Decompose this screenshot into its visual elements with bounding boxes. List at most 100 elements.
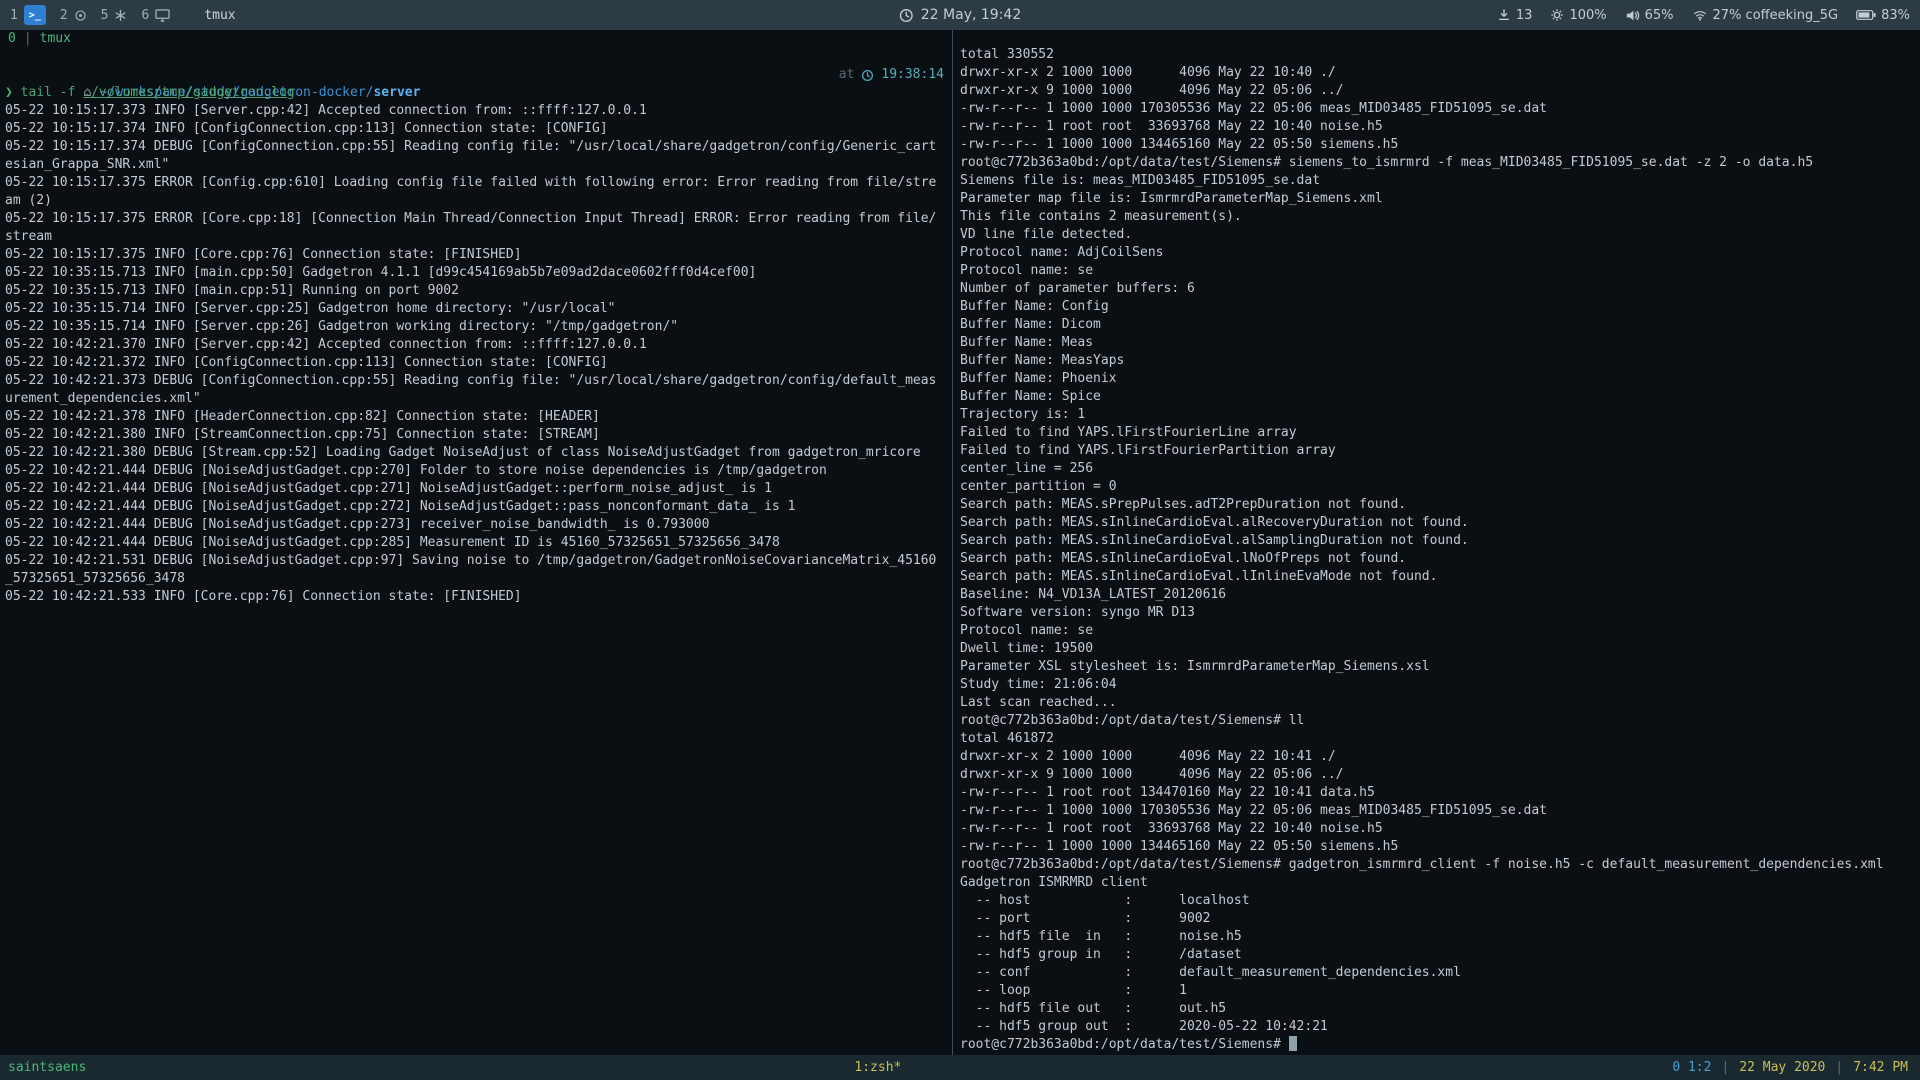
terminal-line: -- loop : 1 <box>960 983 1187 998</box>
terminal-line: drwxr-xr-x 2 1000 1000 4096 May 22 10:41… <box>960 749 1336 764</box>
terminal-line: -- port : 9002 <box>960 911 1211 926</box>
command-text: tail -f <box>20 85 84 100</box>
terminal-line: root@c772b363a0bd:/opt/data/test/Siemens… <box>960 857 1884 872</box>
terminal-line: root@c772b363a0bd:/opt/data/test/Siemens… <box>960 155 1814 170</box>
log-line: am (2) <box>5 193 52 208</box>
terminal-line: root@c772b363a0bd:/opt/data/test/Siemens… <box>960 713 1305 728</box>
cwd-current: server <box>373 85 421 100</box>
log-line: 05-22 10:42:21.444 DEBUG [NoiseAdjustGad… <box>5 517 710 532</box>
battery-icon <box>1856 9 1876 21</box>
workspace-1[interactable]: 1 >_ <box>10 5 46 25</box>
terminal-line: Last scan reached... <box>960 695 1117 710</box>
terminal-line: -- conf : default_measurement_dependenci… <box>960 965 1461 980</box>
battery-value: 83% <box>1881 7 1910 23</box>
workspace-6-number: 6 <box>141 7 150 23</box>
inner-session-name: tmux <box>39 31 71 46</box>
clock-module: 22 May, 19:42 <box>899 0 1021 30</box>
workspace-2-number: 2 <box>59 7 68 23</box>
log-line: 05-22 10:35:15.713 INFO [main.cpp:51] Ru… <box>5 283 459 298</box>
terminal-line: Protocol name: AdjCoilSens <box>960 245 1164 260</box>
statusbar-right: 0 1:2 | 22 May 2020 | 7:42 PM <box>1672 1060 1912 1075</box>
log-line: 05-22 10:15:17.375 ERROR [Core.cpp:18] [… <box>5 211 937 226</box>
workspace-1-number: 1 <box>10 7 18 23</box>
terminal-line: -- hdf5 file in : noise.h5 <box>960 929 1242 944</box>
terminal-line: Gadgetron ISMRMRD client <box>960 875 1148 890</box>
terminal-line: Baseline: N4_VD13A_LATEST_20120616 <box>960 587 1227 602</box>
log-line: 05-22 10:42:21.373 DEBUG [ConfigConnecti… <box>5 373 937 388</box>
log-line: 05-22 10:15:17.375 INFO [Core.cpp:76] Co… <box>5 247 522 262</box>
command-arg-path: ./volumes/tmp/gadgetron.log <box>83 85 295 100</box>
terminal-line: Trajectory is: 1 <box>960 407 1086 422</box>
terminal-line: Buffer Name: Meas <box>960 335 1094 350</box>
terminal-line: Buffer Name: Spice <box>960 389 1101 404</box>
prompt-chevron: ❯ <box>5 85 21 100</box>
terminal-line: -rw-r--r-- 1 root root 134470160 May 22 … <box>960 785 1375 800</box>
log-line: 05-22 10:42:21.380 DEBUG [Stream.cpp:52]… <box>5 445 921 460</box>
inner-window-index: 0 <box>8 31 16 46</box>
monitor-icon <box>155 8 170 22</box>
top-bar: 1 >_ 2 5 6 tmux 22 May, 19:42 13 100% 65… <box>0 0 1920 30</box>
status-date: 22 May 2020 <box>1739 1060 1826 1075</box>
log-line: 05-22 10:42:21.370 INFO [Server.cpp:42] … <box>5 337 647 352</box>
download-icon <box>1497 8 1511 22</box>
terminal-line: VD line file detected. <box>960 227 1133 242</box>
separator: | <box>1721 1060 1730 1075</box>
terminal-line: -- hdf5 group in : /dataset <box>960 947 1242 962</box>
downloads-indicator[interactable]: 13 <box>1497 7 1533 23</box>
terminal-line: Search path: MEAS.sInlineCardioEval.alRe… <box>960 515 1469 530</box>
status-time: 7:42 PM <box>1853 1060 1908 1075</box>
log-line: 05-22 10:42:21.380 INFO [StreamConnectio… <box>5 427 600 442</box>
terminal-line: -- host : localhost <box>960 893 1250 908</box>
workspace-6[interactable]: 6 <box>141 8 170 23</box>
tmux-statusbar: saintsaens 1:zsh* 0 1:2 | 22 May 2020 | … <box>0 1055 1920 1080</box>
log-line: 05-22 10:42:21.444 DEBUG [NoiseAdjustGad… <box>5 499 796 514</box>
terminal-line: -rw-r--r-- 1 1000 1000 134465160 May 22 … <box>960 137 1399 152</box>
workspace-5-number: 5 <box>100 7 109 23</box>
terminal-line: total 330552 <box>960 47 1054 62</box>
terminal-line: drwxr-xr-x 2 1000 1000 4096 May 22 10:40… <box>960 65 1336 80</box>
tmux-pane-left[interactable]: 0 | tmux ⌂ ~/workspace/study/gadgetron-do… <box>0 30 953 1055</box>
terminal-window: 0 | tmux ⌂ ~/workspace/study/gadgetron-do… <box>0 30 1920 1055</box>
log-line: 05-22 10:42:21.444 DEBUG [NoiseAdjustGad… <box>5 481 773 496</box>
wifi-indicator[interactable]: 27% coffeeking_5G <box>1692 8 1838 23</box>
terminal-line: drwxr-xr-x 9 1000 1000 4096 May 22 05:06… <box>960 83 1344 98</box>
workspace-2[interactable]: 2 <box>60 8 87 23</box>
log-line: 05-22 10:42:21.444 DEBUG [NoiseAdjustGad… <box>5 463 827 478</box>
terminal-line: center_line = 256 <box>960 461 1094 476</box>
log-line: 05-22 10:15:17.375 ERROR [Config.cpp:610… <box>5 175 937 190</box>
terminal-line: center_partition = 0 <box>960 479 1117 494</box>
log-line: 05-22 10:42:21.372 INFO [ConfigConnectio… <box>5 355 608 370</box>
tmux-pane-right[interactable]: total 330552 drwxr-xr-x 2 1000 1000 4096 … <box>953 30 1920 1055</box>
terminal-line: -rw-r--r-- 1 1000 1000 134465160 May 22 … <box>960 839 1399 854</box>
volume-value: 65% <box>1644 7 1674 23</box>
terminal-line: Buffer Name: Config <box>960 299 1109 314</box>
terminal-line: Parameter XSL stylesheet is: IsmrmrdPara… <box>960 659 1430 674</box>
terminal-line: Search path: MEAS.sInlineCardioEval.alSa… <box>960 533 1469 548</box>
shell-prompt: ⌂ ~/workspace/study/gadgetron-docker/serv… <box>5 66 952 100</box>
clock-icon <box>861 69 874 82</box>
terminal-line: Buffer Name: Phoenix <box>960 371 1117 386</box>
circle-icon <box>74 9 87 22</box>
log-line: 05-22 10:15:17.374 DEBUG [ConfigConnecti… <box>5 139 937 154</box>
system-tray: 13 100% 65% 27% coffeeking_5G 83% <box>1497 8 1910 23</box>
volume-indicator[interactable]: 65% <box>1625 8 1674 23</box>
workspace-5[interactable]: 5 <box>101 8 128 23</box>
terminal-cursor <box>1288 1036 1297 1051</box>
log-line: stream <box>5 229 52 244</box>
shell-prompt: root@c772b363a0bd:/opt/data/test/Siemens… <box>960 1037 1289 1052</box>
terminal-line: Dwell time: 19500 <box>960 641 1094 656</box>
terminal-line: Search path: MEAS.sInlineCardioEval.lNoO… <box>960 551 1407 566</box>
window-tab[interactable]: 1:zsh* <box>854 1060 901 1075</box>
battery-indicator[interactable]: 83% <box>1856 8 1910 23</box>
log-line: esian_Grappa_SNR.xml" <box>5 157 170 172</box>
terminal-line: -- hdf5 file out : out.h5 <box>960 1001 1227 1016</box>
terminal-line: -rw-r--r-- 1 1000 1000 170305536 May 22 … <box>960 803 1547 818</box>
brightness-indicator[interactable]: 100% <box>1550 8 1607 23</box>
session-name: saintsaens <box>8 1060 87 1075</box>
workspace-switcher: 1 >_ 2 5 6 tmux <box>10 5 236 25</box>
prompt-time: 19:38:14 <box>881 67 944 82</box>
log-line: urement_dependencies.xml" <box>5 391 201 406</box>
terminal-line: Search path: MEAS.sPrepPulses.adT2PrepDu… <box>960 497 1407 512</box>
downloads-count: 13 <box>1515 7 1533 23</box>
